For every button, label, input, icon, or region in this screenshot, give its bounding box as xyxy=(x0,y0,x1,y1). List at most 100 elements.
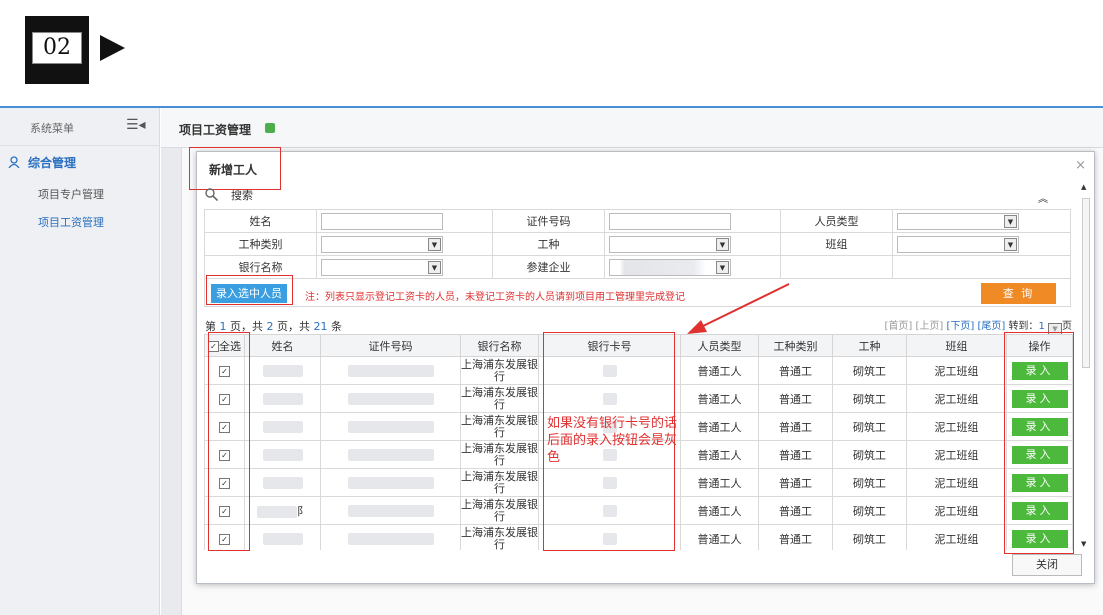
close-button[interactable]: 关闭 xyxy=(1012,554,1082,576)
work-category-cell: 普通工 xyxy=(758,440,833,469)
scroll-down-icon[interactable]: ▼ xyxy=(1081,540,1086,548)
search-icon xyxy=(205,188,218,201)
person-type-cell: 普通工人 xyxy=(680,412,759,441)
team-label: 班组 xyxy=(780,232,893,256)
scroll-thumb[interactable] xyxy=(1082,198,1090,368)
person-type-select[interactable]: ▼ xyxy=(897,212,1019,230)
prev-page-link[interactable]: [上页] xyxy=(915,321,943,332)
work-category-cell: 普通工 xyxy=(758,384,833,413)
bank-cell: 上海浦东发展银行 xyxy=(460,356,539,385)
company-label: 参建企业 xyxy=(492,255,605,279)
action-column-highlight xyxy=(1004,332,1074,554)
person-type-cell: 普通工人 xyxy=(680,356,759,385)
dropdown-arrow-icon: ▼ xyxy=(428,260,441,274)
query-button[interactable]: 查 询 xyxy=(981,283,1056,304)
bank-cell: 上海浦东发展银行 xyxy=(460,384,539,413)
person-type-label: 人员类型 xyxy=(780,209,893,233)
work-category-select[interactable]: ▼ xyxy=(321,235,443,253)
work-category-cell: 普通工 xyxy=(758,412,833,441)
work-type-cell: 砌筑工 xyxy=(832,524,907,550)
work-category-cell: ▼ xyxy=(316,232,493,256)
redacted-name xyxy=(262,393,303,405)
name-input[interactable] xyxy=(321,212,443,230)
redacted-id xyxy=(347,365,434,377)
add-selected-button[interactable]: 录入选中人员 xyxy=(211,284,287,303)
redacted-id xyxy=(347,421,434,433)
team-cell: 泥工班组 xyxy=(906,384,1007,413)
column-header: 证件号码 xyxy=(320,334,461,357)
pager-text: 条 xyxy=(331,320,342,333)
next-page-link[interactable]: [下页] xyxy=(946,321,974,332)
scrollbar[interactable]: ▲ ▼ xyxy=(1081,183,1091,548)
dropdown-arrow-icon: ▼ xyxy=(716,237,729,251)
redacted-name xyxy=(262,533,303,545)
work-type-cell: 砌筑工 xyxy=(832,384,907,413)
work-type-select[interactable]: ▼ xyxy=(609,235,731,253)
title-badge-icon xyxy=(265,123,275,133)
team-select[interactable]: ▼ xyxy=(897,235,1019,253)
checkbox-column-highlight xyxy=(208,332,250,551)
scroll-up-icon[interactable]: ▲ xyxy=(1081,183,1086,191)
work-category-cell: 普通工 xyxy=(758,468,833,497)
sidebar-header: 系统菜单 ☰◂ xyxy=(0,108,159,146)
team-cell: 泥工班组 xyxy=(906,356,1007,385)
first-page-link[interactable]: [首页] xyxy=(884,321,912,332)
dropdown-arrow-icon: ▼ xyxy=(1004,214,1017,228)
add-worker-dialog: 新增工人 × 搜索 ︽ 姓名 证件号码 人员类型 ▼ 工种类别 ▼ 工种 ▼ 班… xyxy=(189,147,1095,584)
company-cell: ▼ xyxy=(604,255,781,279)
name-cell xyxy=(316,209,493,233)
work-type-cell: 砌筑工 xyxy=(832,496,907,525)
close-icon[interactable]: × xyxy=(1075,158,1086,173)
search-label: 搜索 xyxy=(231,189,253,202)
work-category-cell: 普通工 xyxy=(758,356,833,385)
search-bar: 搜索 ︽ xyxy=(205,185,1070,205)
sidebar-item-project-account[interactable]: 项目专户管理 xyxy=(38,186,104,202)
redacted-id xyxy=(347,477,434,489)
redacted-name xyxy=(262,421,303,433)
id-cell xyxy=(320,496,461,525)
name-cell xyxy=(244,468,321,497)
column-header: 班组 xyxy=(906,334,1007,357)
sidebar-item-project-wages[interactable]: 项目工资管理 xyxy=(38,214,104,230)
column-header: 工种 xyxy=(832,334,907,357)
name-label: 姓名 xyxy=(204,209,317,233)
column-header: 银行名称 xyxy=(460,334,539,357)
sidebar-title: 系统菜单 xyxy=(30,122,74,135)
work-type-cell: 砌筑工 xyxy=(832,356,907,385)
id-cell xyxy=(320,468,461,497)
menu-toggle-icon[interactable]: ☰◂ xyxy=(126,117,146,133)
id-number-label: 证件号码 xyxy=(492,209,605,233)
annotation-arrow-icon xyxy=(687,283,790,334)
id-number-input[interactable] xyxy=(609,212,731,230)
name-cell xyxy=(244,384,321,413)
column-header: 姓名 xyxy=(244,334,321,357)
name-cell: 阝 xyxy=(244,496,321,525)
sidebar-group-comprehensive[interactable]: 综合管理 xyxy=(8,154,76,171)
id-cell xyxy=(320,356,461,385)
goto-suffix: 页 xyxy=(1062,321,1072,332)
action-row: 录入选中人员 注：列表只显示登记工资卡的人员，未登记工资卡的人员请到项目用工管理… xyxy=(204,275,1071,307)
page-title: 项目工资管理 xyxy=(179,123,252,137)
company-select[interactable]: ▼ xyxy=(609,258,731,276)
work-type-cell: ▼ xyxy=(604,232,781,256)
person-type-cell: 普通工人 xyxy=(680,468,759,497)
work-category-label: 工种类别 xyxy=(204,232,317,256)
team-cell: 泥工班组 xyxy=(906,496,1007,525)
main-header: 项目工资管理 xyxy=(161,108,1103,148)
person-type-cell: ▼ xyxy=(892,209,1071,233)
bank-select[interactable]: ▼ xyxy=(321,258,443,276)
sidebar-group-label: 综合管理 xyxy=(28,156,77,170)
search-form: 姓名 证件号码 人员类型 ▼ 工种类别 ▼ 工种 ▼ 班组 ▼ 银行名称 ▼ 参… xyxy=(204,209,1071,279)
sidebar: 系统菜单 ☰◂ 综合管理 项目专户管理 项目工资管理 xyxy=(0,108,160,615)
redacted-name xyxy=(262,365,303,377)
empty-cell xyxy=(892,255,1071,279)
collapse-up-icon[interactable]: ︽ xyxy=(1038,190,1048,205)
dropdown-arrow-icon: ▼ xyxy=(428,237,441,251)
work-type-label: 工种 xyxy=(492,232,605,256)
name-cell xyxy=(244,524,321,550)
work-type-cell: 砌筑工 xyxy=(832,468,907,497)
team-cell: 泥工班组 xyxy=(906,524,1007,550)
work-type-cell: 砌筑工 xyxy=(832,440,907,469)
last-page-link[interactable]: [尾页] xyxy=(977,321,1005,332)
team-cell: 泥工班组 xyxy=(906,440,1007,469)
